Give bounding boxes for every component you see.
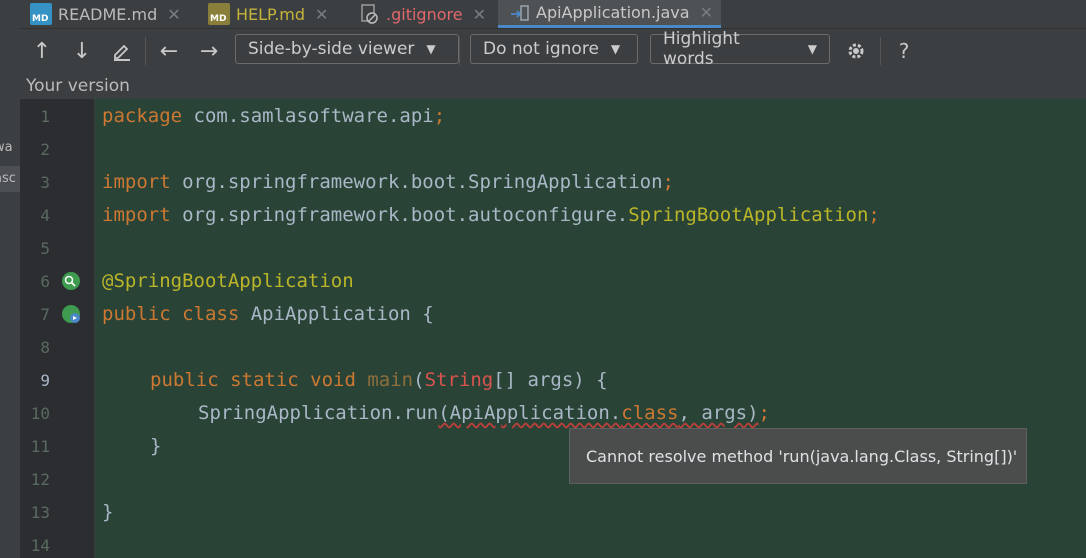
tab-apiapplication[interactable]: ApiApplication.java ✕: [498, 0, 721, 28]
tab-readme[interactable]: MD README.md ✕: [30, 0, 181, 28]
highlight-dropdown[interactable]: Highlight words ▼: [650, 29, 830, 69]
code-keyword: import: [102, 204, 171, 226]
code-keyword: public static void: [150, 369, 356, 391]
arrow-right-icon[interactable]: →: [195, 37, 223, 65]
highlight-dropdown-label: Highlight words: [663, 29, 740, 69]
code-text: }: [150, 435, 162, 457]
code-text: com.samlasoftware.api: [182, 105, 434, 127]
line-number: 3: [40, 173, 50, 192]
line-number: 1: [40, 107, 50, 126]
close-icon[interactable]: ✕: [473, 5, 486, 24]
toolbar-separator: [145, 37, 146, 65]
code-line-7: public class ApiApplication {: [102, 303, 434, 325]
diff-toolbar: ↑ ↓ ← → Side-by-side viewer ▼ Do not ign…: [20, 29, 1086, 73]
line-number: 7: [40, 305, 50, 324]
tab-help[interactable]: MD HELP.md ✕: [208, 0, 328, 28]
panel-title: Your version: [20, 73, 1086, 99]
edit-pencil-icon[interactable]: [108, 37, 136, 65]
panel-title-label: Your version: [26, 76, 130, 96]
code-keyword: package: [102, 105, 183, 127]
code-line-10: SpringApplication.run(ApiApplication.cla…: [198, 402, 770, 424]
code-text: ApiApplication {: [239, 303, 434, 325]
code-text: org.springframework.boot.autoconfigure.: [170, 204, 629, 226]
toolbar-separator: [880, 37, 881, 65]
code-text: , args): [678, 402, 759, 424]
project-item-fragment[interactable]: wa: [0, 135, 20, 161]
code-text: SpringApplication.run: [198, 402, 439, 424]
line-number: 5: [40, 239, 50, 258]
close-icon[interactable]: ✕: [167, 5, 180, 24]
line-number: 13: [30, 503, 50, 522]
line-number: 12: [30, 470, 50, 489]
error-tooltip-text: Cannot resolve method 'run(java.lang.Cla…: [586, 446, 1018, 466]
line-number: 6: [40, 272, 50, 291]
project-panel-edge: wa asc: [0, 0, 21, 558]
code-error-span: (ApiApplication.class, args): [438, 402, 758, 424]
arrow-left-icon[interactable]: ←: [155, 37, 183, 65]
arrow-down-icon[interactable]: ↓: [68, 37, 96, 65]
line-number: 11: [30, 437, 50, 456]
run-application-icon[interactable]: [60, 303, 82, 325]
tab-label: HELP.md: [236, 4, 306, 24]
code-text: [] args) {: [493, 369, 608, 391]
line-number: 4: [40, 206, 50, 225]
tab-gitignore[interactable]: .gitignore ✕: [358, 0, 486, 28]
code-text: (: [413, 369, 425, 391]
ignore-dropdown[interactable]: Do not ignore ▼: [470, 34, 638, 64]
line-number: 9: [40, 371, 50, 390]
arrow-up-icon[interactable]: ↑: [28, 37, 56, 65]
code-line-3: import org.springframework.boot.SpringAp…: [102, 171, 674, 193]
line-number: 10: [30, 404, 50, 423]
code-semicolon: ;: [433, 105, 446, 127]
help-icon[interactable]: ?: [890, 37, 918, 65]
code-method: main: [355, 369, 414, 391]
viewer-dropdown-label: Side-by-side viewer: [248, 39, 415, 59]
code-keyword: import: [102, 171, 171, 193]
chevron-down-icon: ▼: [610, 42, 621, 56]
code-semicolon: ;: [868, 204, 880, 226]
toolbar-separator: [459, 37, 460, 65]
viewer-dropdown[interactable]: Side-by-side viewer ▼: [235, 34, 459, 64]
close-icon[interactable]: ✕: [315, 5, 328, 24]
ignore-file-icon: [358, 3, 380, 25]
error-tooltip: Cannot resolve method 'run(java.lang.Cla…: [569, 428, 1027, 484]
code-line-11: }: [150, 435, 161, 457]
line-number: 2: [40, 140, 50, 159]
tab-label: README.md: [58, 4, 158, 24]
code-semicolon: ;: [758, 402, 770, 424]
tab-label: .gitignore: [386, 4, 463, 24]
tab-label: ApiApplication.java: [536, 3, 690, 22]
code-type: String: [424, 369, 494, 391]
code-editor[interactable]: 1 2 3 4 5 6 7 8 9 10 11 12 13 14 package…: [20, 99, 1086, 558]
diff-file-icon: [508, 2, 530, 24]
code-class: SpringBootApplication: [628, 204, 869, 226]
line-number: 14: [30, 536, 50, 555]
code-line-9: public static void main(String[] args) {: [150, 369, 608, 391]
code-text: org.springframework.boot.SpringApplicati…: [170, 171, 663, 193]
code-annotation: @SpringBootApplication: [102, 270, 354, 292]
code-keyword: class: [621, 402, 679, 424]
project-item-fragment[interactable]: asc: [0, 166, 20, 192]
gear-icon[interactable]: [842, 37, 870, 65]
markdown-file-icon: MD: [208, 3, 230, 25]
code-text: (ApiApplication.: [438, 402, 622, 424]
code-line-1: package com.samlasoftware.api;: [102, 105, 445, 127]
chevron-down-icon: ▼: [807, 42, 817, 56]
line-number: 8: [40, 338, 50, 357]
line-number-gutter: [20, 99, 94, 558]
code-line-6: @SpringBootApplication: [102, 270, 354, 292]
code-keyword: public class: [102, 303, 240, 325]
markdown-file-icon: MD: [30, 3, 52, 25]
spring-bean-icon[interactable]: [60, 270, 82, 292]
code-text: }: [102, 501, 114, 523]
code-semicolon: ;: [662, 171, 674, 193]
editor-tab-bar: MD README.md ✕ MD HELP.md ✕ .gitignore ✕…: [20, 0, 1086, 29]
code-line-4: import org.springframework.boot.autoconf…: [102, 204, 880, 226]
gutter-divider: [94, 99, 95, 558]
chevron-down-icon: ▼: [426, 42, 436, 56]
code-line-13: }: [102, 501, 113, 523]
ignore-dropdown-label: Do not ignore: [483, 39, 599, 59]
close-icon[interactable]: ✕: [700, 3, 713, 22]
